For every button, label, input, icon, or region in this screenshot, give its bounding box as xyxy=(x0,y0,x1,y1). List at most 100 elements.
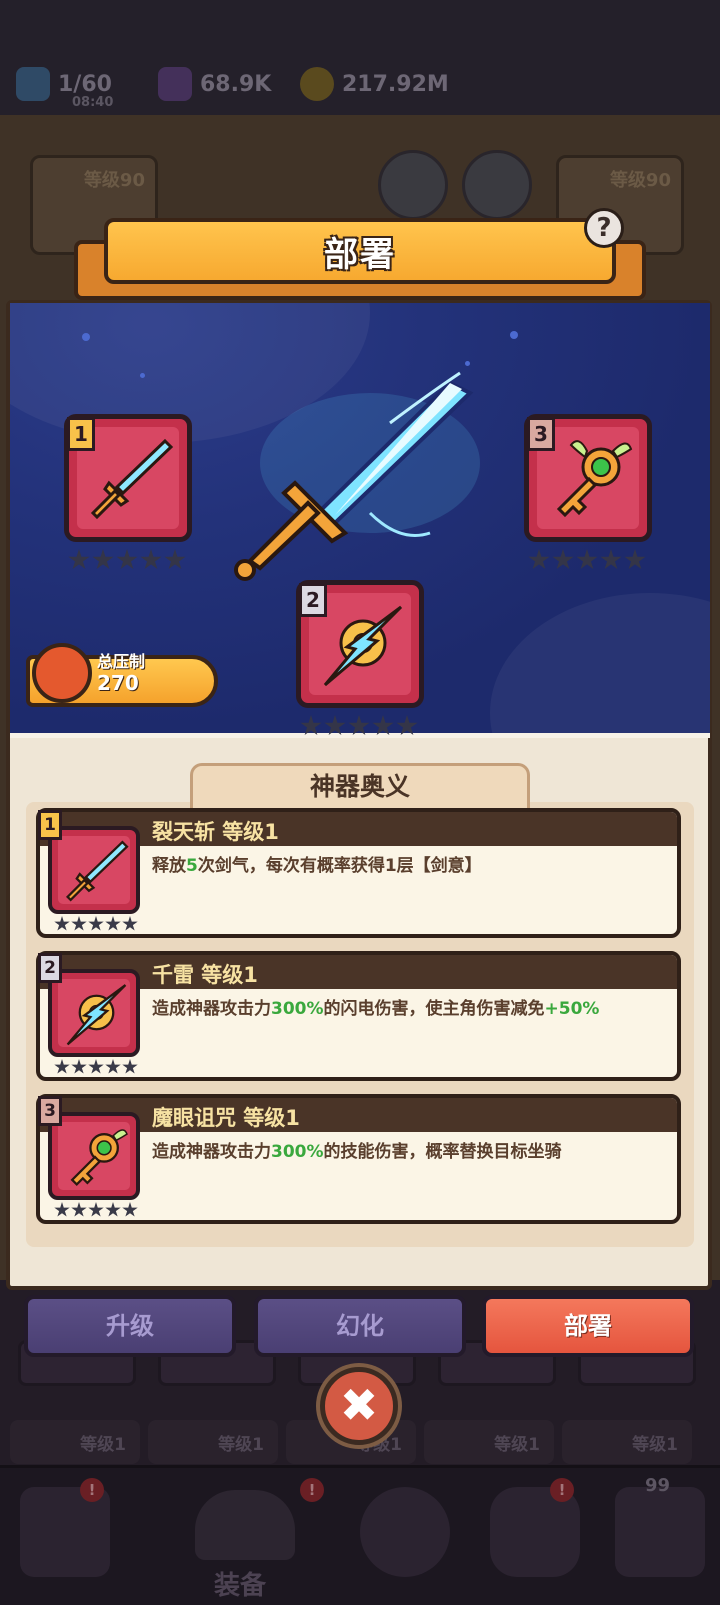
skill-number: 3 xyxy=(38,1096,62,1126)
treasure-chest-icon xyxy=(615,1487,705,1577)
sword-icon xyxy=(90,438,174,520)
star-icon xyxy=(88,1202,104,1217)
artifact-slot-2[interactable]: 2 xyxy=(296,580,424,708)
skill-description: 释放5次剑气，每次有概率获得1层【剑意】 xyxy=(152,854,672,878)
skill-stars xyxy=(54,916,138,932)
help-button[interactable]: ? xyxy=(584,208,624,248)
slot-number: 3 xyxy=(527,417,555,451)
skill-description: 造成神器攻击力300%的技能伤害，概率替换目标坐骑 xyxy=(152,1140,672,1164)
featured-sword-icon xyxy=(234,371,480,581)
banner-plate: 部署 xyxy=(104,218,616,284)
gold-value: 217.92M xyxy=(342,71,449,97)
sparkle xyxy=(140,373,145,378)
star-icon xyxy=(71,916,87,931)
star-icon xyxy=(140,549,162,570)
star-icon xyxy=(348,715,370,736)
skill-number: 1 xyxy=(38,810,62,840)
slot-3-stars xyxy=(528,549,646,573)
bg-item-level: 等级1 xyxy=(562,1420,692,1464)
star-icon xyxy=(71,1202,87,1217)
lightning-energy-icon xyxy=(16,67,50,101)
dialog-title: 部署 xyxy=(324,234,396,275)
section-title: 神器奥义 xyxy=(190,763,530,809)
star-icon xyxy=(324,715,346,736)
transform-button[interactable]: 幻化 xyxy=(254,1295,466,1357)
desc-highlight: 300% xyxy=(271,1142,324,1162)
nav-equipment-badge: ! xyxy=(300,1478,324,1502)
flame-power-icon xyxy=(32,643,92,703)
skill-stars xyxy=(54,1202,138,1218)
bg-bubble xyxy=(490,593,710,733)
star-icon xyxy=(105,916,121,931)
nav-equipment-label: 装备 xyxy=(213,1571,266,1601)
skill-title: 裂天斩 等级1 xyxy=(152,820,279,844)
gold-counter[interactable]: 217.92M xyxy=(300,66,449,102)
star-icon xyxy=(122,916,138,931)
desc-text: 的技能伤害，概率替换目标坐骑 xyxy=(323,1142,562,1162)
star-icon xyxy=(105,1059,121,1074)
star-icon xyxy=(71,1059,87,1074)
upgrade-button[interactable]: 升级 xyxy=(24,1295,236,1357)
star-icon xyxy=(105,1202,121,1217)
desc-text: 的闪电伤害，使主角伤害减免 xyxy=(323,999,545,1019)
nav-upgrade[interactable] xyxy=(470,1475,600,1595)
slot-2-stars xyxy=(300,715,418,739)
star-icon xyxy=(88,1059,104,1074)
bg-item-level: 等级1 xyxy=(148,1420,278,1464)
bg-hero-avatar xyxy=(378,150,448,220)
skill-description: 造成神器攻击力300%的闪电伤害，使主角伤害减免+50% xyxy=(152,997,672,1021)
nav-battle[interactable] xyxy=(340,1475,470,1595)
crossed-swords-icon xyxy=(360,1487,450,1577)
gold-coin-icon xyxy=(300,67,334,101)
bg-slot-level: 等级90 xyxy=(83,170,145,191)
nav-shop[interactable] xyxy=(0,1475,130,1595)
bg-hero-avatar xyxy=(462,150,532,220)
total-power-label: 总压制 xyxy=(97,652,146,671)
star-icon xyxy=(576,549,598,570)
star-icon xyxy=(122,1059,138,1074)
star-icon xyxy=(552,549,574,570)
desc-highlight: +50% xyxy=(544,999,600,1019)
slot-number: 1 xyxy=(67,417,95,451)
key-icon xyxy=(70,1129,128,1187)
star-icon xyxy=(600,549,622,570)
gem-counter[interactable]: 68.9K xyxy=(158,66,271,102)
star-icon xyxy=(300,715,322,736)
star-icon xyxy=(122,1202,138,1217)
skill-card-3: 魔眼诅咒 等级1 3 造成神器攻击力300%的技能伤害，概率替换目标坐骑 xyxy=(36,1094,681,1224)
star-icon xyxy=(396,715,418,736)
skill-card-2: 千雷 等级1 2 造成神器攻击力300%的闪电伤害，使主角伤害减免+50% xyxy=(36,951,681,1081)
sparkle xyxy=(510,331,518,339)
sword-icon xyxy=(65,840,129,902)
gem-cube-icon xyxy=(158,67,192,101)
desc-text: 造成神器攻击力 xyxy=(152,999,271,1019)
helmet-icon xyxy=(195,1490,295,1560)
sparkle xyxy=(82,333,90,341)
skill-stars xyxy=(54,1059,138,1075)
deploy-button[interactable]: 部署 xyxy=(482,1295,694,1357)
close-button[interactable]: ✖ xyxy=(320,1367,398,1445)
skill-title: 魔眼诅咒 等级1 xyxy=(152,1106,300,1130)
key-icon xyxy=(556,440,633,518)
skill-number: 2 xyxy=(38,953,62,983)
star-icon xyxy=(68,549,90,570)
desc-highlight: 5 xyxy=(186,856,198,876)
skill-title: 千雷 等级1 xyxy=(152,963,258,987)
artifact-slot-1[interactable]: 1 xyxy=(64,414,192,542)
desc-text: 释放 xyxy=(152,856,186,876)
star-icon xyxy=(54,1202,70,1217)
star-icon xyxy=(624,549,646,570)
lightning-icon xyxy=(66,984,127,1046)
desc-text: 次剑气，每次有概率获得1层【剑意】 xyxy=(197,856,482,876)
star-icon xyxy=(54,1059,70,1074)
nav-upgrade-badge: ! xyxy=(550,1478,574,1502)
star-icon xyxy=(116,549,138,570)
slot-number: 2 xyxy=(299,583,327,617)
star-icon xyxy=(528,549,550,570)
lightning-icon xyxy=(323,605,403,687)
desc-text: 造成神器攻击力 xyxy=(152,1142,271,1162)
bg-item-level: 等级1 xyxy=(10,1420,140,1464)
artifact-slot-3[interactable]: 3 xyxy=(524,414,652,542)
energy-timer: 08:40 xyxy=(72,95,114,110)
star-icon xyxy=(54,916,70,931)
